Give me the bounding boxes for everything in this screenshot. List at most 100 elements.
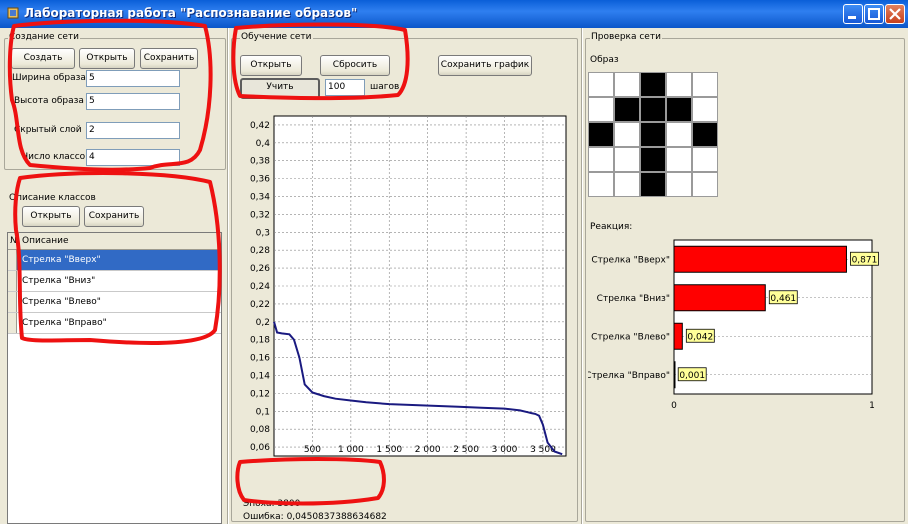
height-label: Высота образа [14,96,84,106]
reaction-value-label: 0,871 [852,255,878,265]
x-tick-label: 3 000 [492,445,518,455]
reaction-label: Реакция: [590,222,633,232]
open-network-button[interactable]: Открыть [79,48,135,69]
train-button[interactable]: Учить [240,78,320,99]
row-number-cell [8,250,17,270]
y-tick-label: 0,36 [250,175,270,185]
table-row[interactable]: Стрелка "Вниз" [8,271,221,292]
pattern-cell[interactable] [692,147,718,172]
width-label: Ширина образа [12,73,86,83]
create-button[interactable]: Создать [11,48,75,69]
row-number-cell [8,292,17,312]
close-button[interactable] [885,4,905,24]
splitter-left[interactable] [227,28,229,524]
pattern-cell[interactable] [692,122,718,147]
x-tick-label: 2 000 [415,445,441,455]
check-group-label: Проверка сети [590,32,662,42]
pattern-cell[interactable] [666,122,692,147]
y-tick-label: 0,32 [250,210,270,220]
y-tick-label: 0,08 [250,425,270,435]
x-tick-label: 1 000 [338,445,364,455]
pattern-cell[interactable] [588,97,614,122]
classes-count-input[interactable]: 4 [86,149,180,166]
y-tick-label: 0,38 [250,157,270,167]
x-tick-label: 1 500 [376,445,402,455]
column-description: Описание [22,236,69,246]
pattern-cell[interactable] [640,97,666,122]
pattern-cell[interactable] [666,97,692,122]
y-tick-label: 0,24 [250,282,270,292]
pattern-cell[interactable] [614,122,640,147]
pattern-cell[interactable] [588,172,614,197]
reaction-category-label: Стрелка "Вверх" [591,255,670,265]
epoch-text: Эпоха: 3800 [243,499,301,509]
open-classes-button[interactable]: Открыть [22,206,80,227]
width-input[interactable]: 5 [86,70,180,87]
pattern-cell[interactable] [640,122,666,147]
open-training-button[interactable]: Открыть [240,55,302,76]
column-divider [18,232,19,249]
title-bar[interactable]: Лабораторная работа "Распознавание образ… [0,0,908,28]
table-row[interactable]: Стрелка "Вправо" [8,313,221,334]
y-tick-label: 0,42 [250,121,270,131]
reaction-x-tick-label: 1 [869,401,875,411]
row-description: Стрелка "Влево" [22,297,101,307]
reaction-value-label: 0,461 [770,294,796,304]
pattern-cell[interactable] [614,147,640,172]
save-network-button[interactable]: Сохранить [140,48,198,69]
hidden-layer-input[interactable]: 2 [86,122,180,139]
reaction-category-label: Стрелка "Вправо" [588,371,670,381]
classes-count-label: Число классов [22,152,91,162]
close-icon [889,8,901,20]
reaction-value-label: 0,001 [679,371,705,381]
pattern-cell[interactable] [614,172,640,197]
save-classes-button[interactable]: Сохранить [84,206,144,227]
pattern-cell[interactable] [692,172,718,197]
save-chart-button[interactable]: Сохранить график [438,55,532,76]
pattern-cell[interactable] [588,72,614,97]
pattern-cell[interactable] [692,97,718,122]
minimize-icon [848,16,856,19]
x-tick-label: 500 [304,445,321,455]
y-tick-label: 0,1 [256,407,270,417]
y-tick-label: 0,14 [250,371,270,381]
pattern-cell[interactable] [640,172,666,197]
y-tick-label: 0,18 [250,336,270,346]
training-group-label: Обучение сети [240,32,313,42]
reaction-category-label: Стрелка "Вниз" [597,294,670,304]
error-text: Ошибка: 0,0450837388634682 [243,512,387,522]
pattern-cell[interactable] [614,72,640,97]
pattern-grid[interactable] [588,72,718,197]
reaction-bar [673,322,683,350]
reset-button[interactable]: Сбросить [320,55,390,76]
pattern-cell[interactable] [588,122,614,147]
maximize-button[interactable] [864,4,884,24]
table-header: № Описание [8,232,221,250]
row-number-cell [8,271,17,291]
reaction-chart: Стрелка "Вверх" 0,871 Стрелка "Вниз" 0,461 С… [588,239,879,411]
reaction-category-label: Стрелка "Влево" [591,332,670,342]
minimize-button[interactable] [843,4,863,24]
classes-group-label: Описание классов [8,193,97,203]
pattern-cell[interactable] [666,147,692,172]
pattern-cell[interactable] [588,147,614,172]
splitter-right[interactable] [581,28,583,524]
x-tick-label: 2 500 [453,445,479,455]
row-description: Стрелка "Вниз" [22,276,96,286]
pattern-cell[interactable] [640,147,666,172]
reaction-bar [673,361,676,389]
steps-input[interactable]: 100 [325,79,365,96]
app-icon [7,7,19,19]
pattern-cell[interactable] [666,72,692,97]
pattern-cell[interactable] [614,97,640,122]
row-description: Стрелка "Вверх" [22,255,101,265]
pattern-cell[interactable] [692,72,718,97]
table-row[interactable]: Стрелка "Влево" [8,292,221,313]
height-input[interactable]: 5 [86,93,180,110]
pattern-label: Образ [590,55,619,65]
pattern-cell[interactable] [666,172,692,197]
y-tick-label: 0,34 [250,193,270,203]
pattern-cell[interactable] [640,72,666,97]
table-row[interactable]: Стрелка "Вверх" [8,250,221,271]
y-tick-label: 0,4 [256,139,271,149]
